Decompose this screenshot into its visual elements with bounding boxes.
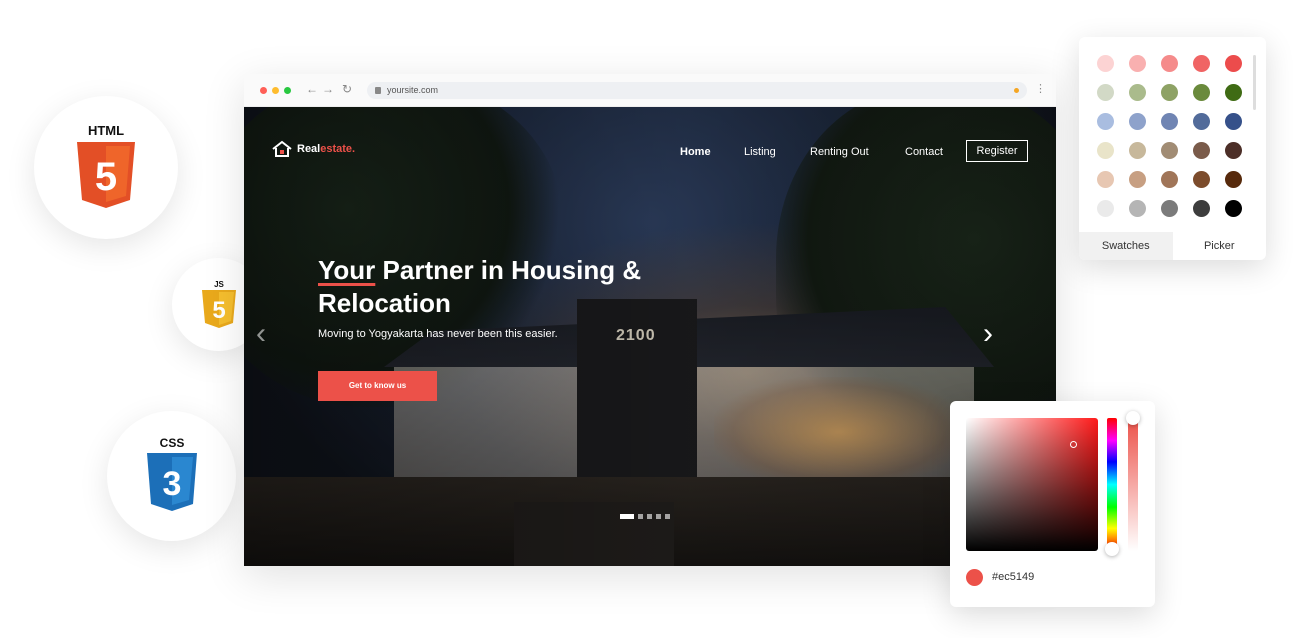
color-swatch[interactable] [1161, 55, 1178, 72]
color-swatch[interactable] [1193, 84, 1210, 101]
color-swatch[interactable] [1129, 200, 1146, 217]
nav-renting-out[interactable]: Renting Out [810, 146, 869, 158]
nav-home[interactable]: Home [680, 146, 711, 158]
color-swatch[interactable] [1193, 142, 1210, 159]
color-swatch[interactable] [1161, 84, 1178, 101]
color-swatch[interactable] [1193, 171, 1210, 188]
color-swatch[interactable] [1097, 55, 1114, 72]
css3-icon: CSS 3 [146, 436, 197, 511]
slider-dot[interactable] [665, 514, 670, 519]
color-swatch[interactable] [1225, 55, 1242, 72]
color-swatch[interactable] [1097, 200, 1114, 217]
lock-icon [375, 87, 381, 94]
logo-accent: estate. [320, 143, 356, 155]
color-swatch[interactable] [1161, 200, 1178, 217]
url-text: yoursite.com [387, 85, 439, 95]
slider-dots [620, 514, 670, 519]
browser-toolbar: ← → ↻ yoursite.com ⋮ [244, 74, 1056, 107]
js-label: JS [214, 280, 224, 289]
color-swatch[interactable] [1129, 142, 1146, 159]
color-swatch[interactable] [1225, 84, 1242, 101]
js-icon: JS 5 [201, 280, 236, 328]
css3-number: 3 [162, 465, 181, 503]
alpha-slider-handle[interactable] [1126, 411, 1140, 425]
nav-listing[interactable]: Listing [744, 146, 776, 158]
slider-dot[interactable] [647, 514, 652, 519]
html5-badge: HTML 5 [34, 96, 178, 239]
browser-menu-icon[interactable]: ⋮ [1035, 82, 1046, 95]
swatches-panel: Swatches Picker [1079, 37, 1266, 260]
slider-next-icon[interactable]: › [983, 319, 993, 349]
back-arrow-icon[interactable]: ← [306, 82, 318, 96]
forward-arrow-icon[interactable]: → [322, 82, 334, 96]
js-number: 5 [212, 297, 225, 324]
hero-subheadline: Moving to Yogyakarta has never been this… [318, 328, 558, 340]
color-swatch[interactable] [1161, 142, 1178, 159]
slider-prev-icon[interactable]: ‹ [256, 319, 266, 349]
color-swatch[interactable] [1193, 55, 1210, 72]
css3-badge: CSS 3 [107, 411, 236, 541]
color-swatch[interactable] [1097, 84, 1114, 101]
alpha-slider[interactable] [1128, 418, 1138, 551]
slider-dot[interactable] [656, 514, 661, 519]
color-swatch[interactable] [1161, 171, 1178, 188]
color-picker-panel: #ec5149 [950, 401, 1155, 607]
current-color-swatch [966, 569, 983, 586]
headline-highlight: Your [318, 255, 376, 285]
hero-slider: 2100 Realestate. Home Listing Renting Ou… [244, 107, 1056, 566]
color-swatch[interactable] [1129, 171, 1146, 188]
site-logo[interactable]: Realestate. [271, 140, 355, 158]
logo-text: Realestate. [297, 143, 355, 155]
maximize-dot[interactable] [284, 87, 291, 94]
bookmark-icon[interactable] [1014, 88, 1019, 93]
color-swatch[interactable] [1129, 55, 1146, 72]
color-swatch[interactable] [1129, 113, 1146, 130]
logo-main: Real [297, 143, 321, 155]
register-button[interactable]: Register [966, 140, 1028, 162]
reload-icon[interactable]: ↻ [342, 82, 352, 96]
swatch-grid [1097, 55, 1242, 217]
slider-dot[interactable] [620, 514, 634, 519]
get-to-know-us-button[interactable]: Get to know us [318, 371, 437, 401]
hero-headline: Your Partner in Housing & Relocation [318, 254, 758, 320]
color-swatch[interactable] [1193, 113, 1210, 130]
color-swatch[interactable] [1225, 200, 1242, 217]
color-swatch[interactable] [1225, 113, 1242, 130]
saturation-cursor[interactable] [1070, 441, 1077, 448]
color-swatch[interactable] [1161, 113, 1178, 130]
html-label: HTML [88, 123, 124, 138]
address-bar[interactable]: yoursite.com [367, 82, 1027, 99]
color-swatch[interactable] [1193, 200, 1210, 217]
nav-contact[interactable]: Contact [905, 146, 943, 158]
minimize-dot[interactable] [272, 87, 279, 94]
color-swatch[interactable] [1225, 142, 1242, 159]
tab-swatches[interactable]: Swatches [1079, 232, 1173, 260]
hue-slider[interactable] [1107, 418, 1117, 551]
slider-dot[interactable] [638, 514, 643, 519]
tab-picker[interactable]: Picker [1173, 232, 1267, 260]
saturation-value-box[interactable] [966, 418, 1098, 551]
html5-number: 5 [95, 155, 117, 199]
color-swatch[interactable] [1097, 142, 1114, 159]
hue-slider-handle[interactable] [1105, 542, 1119, 556]
color-tabs: Swatches Picker [1079, 232, 1266, 260]
swatch-scrollbar[interactable] [1253, 55, 1256, 110]
color-swatch[interactable] [1225, 171, 1242, 188]
color-swatch[interactable] [1129, 84, 1146, 101]
close-dot[interactable] [260, 87, 267, 94]
color-swatch[interactable] [1097, 171, 1114, 188]
hex-value[interactable]: #ec5149 [992, 571, 1034, 583]
color-swatch[interactable] [1097, 113, 1114, 130]
house-icon [272, 140, 292, 157]
browser-window: ← → ↻ yoursite.com ⋮ 2100 Realestate. H [244, 74, 1056, 566]
css-label: CSS [159, 436, 184, 450]
html5-icon: HTML 5 [77, 123, 135, 208]
